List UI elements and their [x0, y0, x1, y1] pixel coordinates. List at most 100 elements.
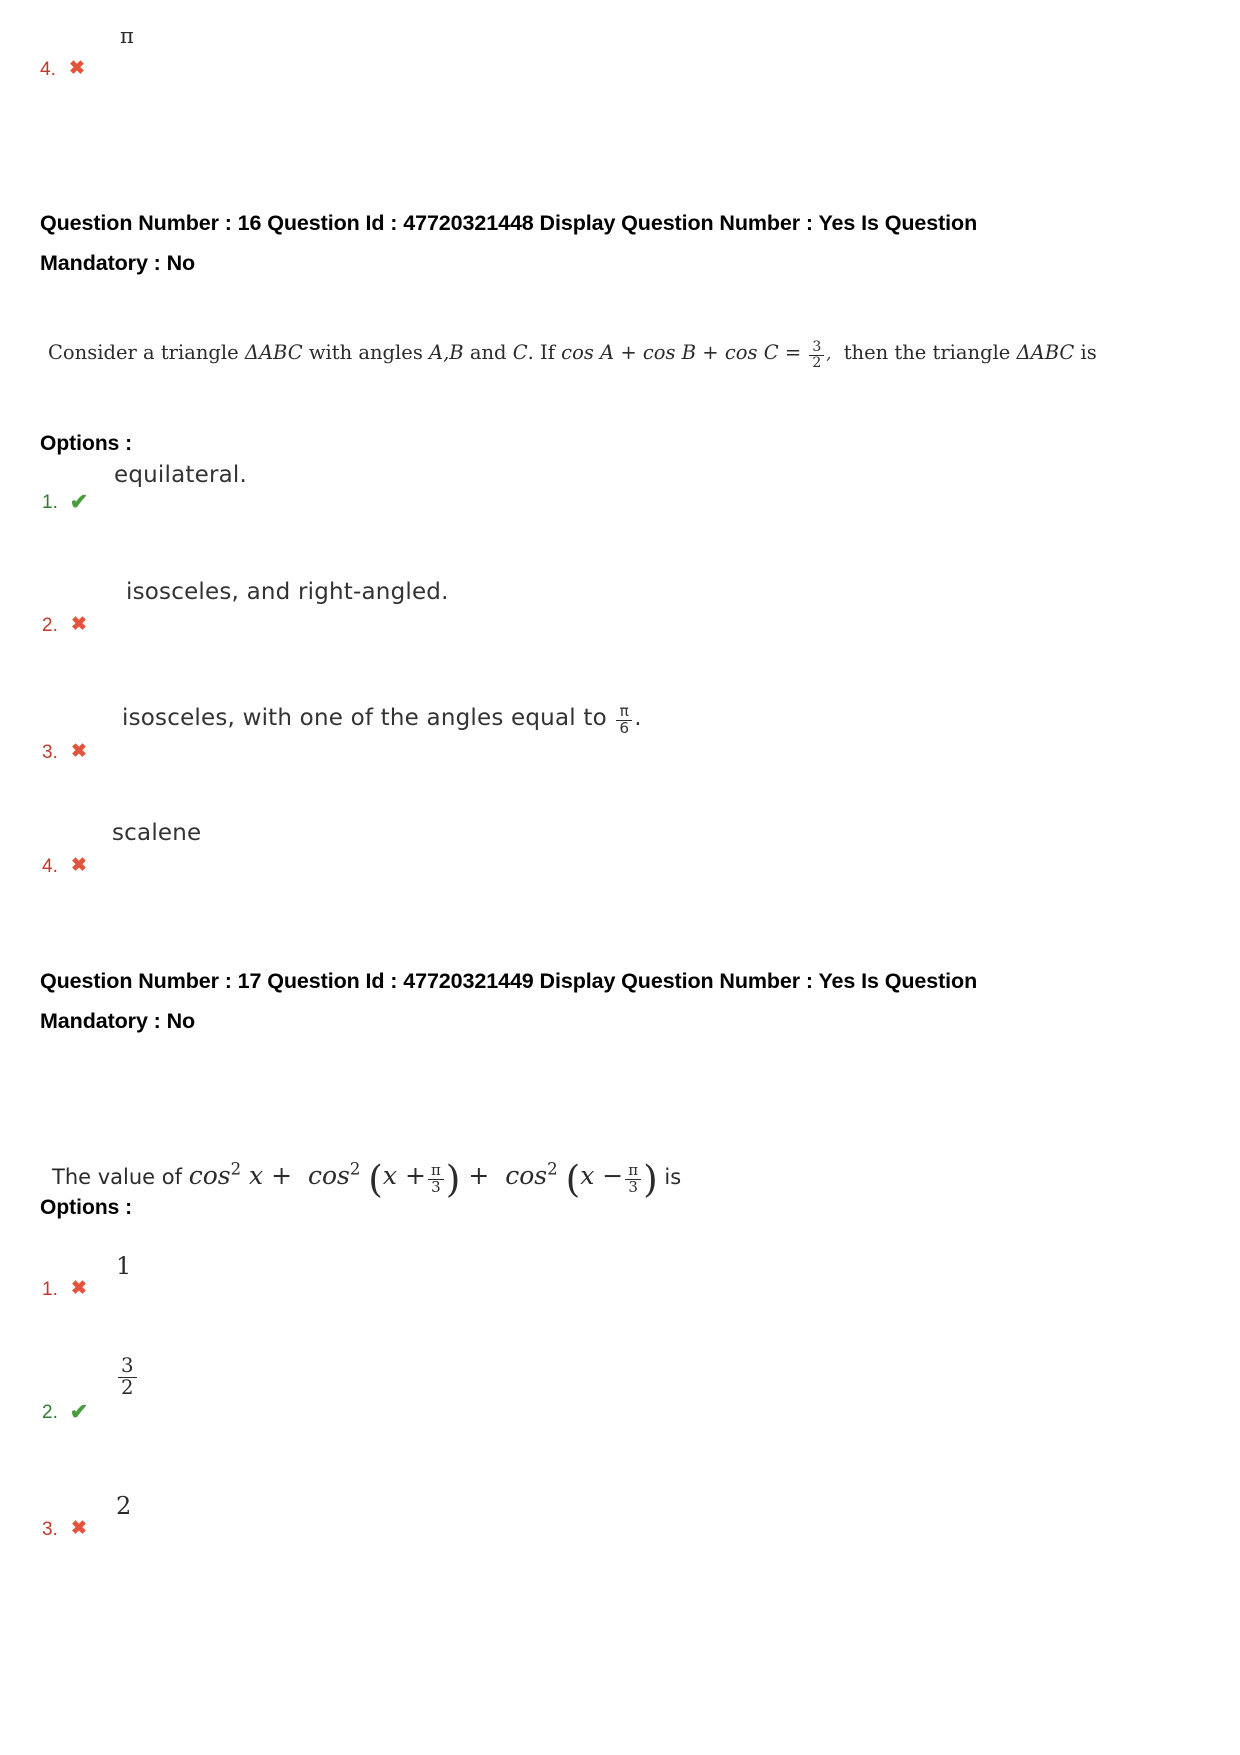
option-text-math: 32 — [116, 1354, 139, 1399]
cross-icon: ✖ — [69, 58, 85, 79]
fraction-numerator: π — [430, 1161, 441, 1180]
question-17-stem-math: The value of cos2 x + cos2 (x + π 3) + cos… — [52, 1156, 681, 1203]
question-16-options-label: Options : — [40, 432, 133, 455]
cross-icon: ✖ — [71, 855, 87, 876]
stem-part-5: then the triangle — [843, 341, 1017, 365]
option-number: 2. — [42, 615, 58, 636]
fraction-numerator: π — [619, 702, 629, 720]
question-17-stem: The value of cos2 x + cos2 (x + π 3) + cos… — [52, 1060, 1172, 1201]
fraction-pi-over-six: π6 — [616, 702, 633, 737]
fraction-numerator: π — [628, 1161, 639, 1180]
fraction-three-halves: 32 — [118, 1354, 137, 1399]
option-text: 2 — [116, 1492, 132, 1520]
stem-part-1: Consider a triangle — [48, 341, 245, 365]
option-number: 1. — [42, 492, 58, 513]
option-content: equilateral. — [90, 462, 742, 504]
stem-part-4: . If — [527, 341, 562, 365]
stem-cos-3: cos — [505, 1160, 548, 1190]
stem-triangle-1: ΔABC — [244, 341, 303, 365]
close-paren-2: ) — [643, 1157, 658, 1201]
option-text: 1 — [116, 1252, 132, 1280]
question-17-header-line-2: Mandatory : No — [40, 1008, 196, 1033]
cross-icon: ✖ — [71, 741, 87, 762]
option-content: π — [88, 24, 440, 71]
question-17-header-line-1: Question Number : 17 Question Id : 47720… — [40, 969, 978, 993]
fraction-numerator: 3 — [812, 339, 822, 355]
tick-icon: ✔ — [69, 489, 89, 514]
fraction-denominator: 6 — [616, 719, 633, 737]
stem-exponent-3: 2 — [547, 1159, 558, 1179]
option-content: scalene — [90, 820, 742, 868]
option-content: 2 — [90, 1492, 542, 1535]
stem-operator-3: − — [594, 1160, 624, 1190]
stem-triangle-2: ΔABC — [1016, 341, 1075, 365]
fraction-pi-over-three-2: π3 — [625, 1161, 642, 1196]
option-text-before-fraction: isosceles, with one of the angles equal … — [122, 705, 615, 732]
stem-cos-b: cos B — [642, 341, 697, 365]
stem-part-3: and — [463, 341, 513, 365]
question-16-stem-math: Consider a triangle ΔABC with angles A,B… — [48, 340, 1097, 370]
option-number: 3. — [42, 1519, 58, 1540]
stem-exponent-2: 2 — [349, 1159, 361, 1179]
question-16-header-line-2: Mandatory : No — [40, 250, 196, 275]
option-text: scalene — [112, 820, 202, 846]
question-16-option-3[interactable]: 3. ✖ isosceles, with one of the angles e… — [42, 703, 942, 763]
option-content: 1 — [90, 1252, 542, 1295]
fraction-denominator: 3 — [427, 1179, 444, 1196]
fraction-denominator: 3 — [625, 1179, 642, 1196]
stem-comma: , — [826, 345, 832, 364]
question-17-options-label: Options : — [40, 1196, 133, 1219]
stem-fraction-three-halves: 32 — [809, 339, 825, 371]
question-17-header: Question Number : 17 Question Id : 47720… — [40, 962, 1080, 1042]
option-content: 32 — [90, 1355, 542, 1422]
question-16-header: Question Number : 16 Question Id : 47720… — [40, 204, 1080, 284]
stem-cos-c: cos C — [724, 341, 779, 365]
stem-equals: = — [778, 341, 808, 365]
question-16-option-2[interactable]: 2. ✖ isosceles, and right-angled. — [42, 579, 842, 636]
stem-plus-2: + — [460, 1160, 498, 1190]
option-content: isosceles, with one of the angles equal … — [90, 703, 942, 761]
stem-variable-x-1: x — [249, 1160, 264, 1190]
stem-angles-ab: A,B — [429, 341, 464, 365]
stem-plus-2: + — [696, 341, 725, 365]
option-number: 2. — [42, 1402, 58, 1424]
stem-operator-2: + — [397, 1160, 426, 1190]
open-paren-1: ( — [368, 1157, 383, 1201]
question-17-option-3[interactable]: 3. ✖ 2 — [42, 1492, 542, 1540]
stem-variable-x-3: x — [580, 1160, 595, 1190]
close-paren-1: ) — [445, 1157, 461, 1201]
cross-icon: ✖ — [71, 1278, 87, 1299]
option-content: isosceles, and right-angled. — [90, 579, 842, 627]
question-16-header-line-1: Question Number : 16 Question Id : 47720… — [40, 211, 978, 235]
option-text-after-fraction: . — [634, 705, 642, 732]
question-16-option-1[interactable]: 1. ✔ equilateral. — [42, 462, 742, 514]
option-text: π — [120, 24, 134, 48]
cross-icon: ✖ — [71, 1518, 87, 1539]
question-17-option-1[interactable]: 1. ✖ 1 — [42, 1252, 542, 1300]
option-text-math: isosceles, with one of the angles equal … — [122, 703, 642, 736]
stem-part-2: with angles — [302, 341, 430, 365]
fraction-pi-over-three-1: π3 — [427, 1161, 444, 1196]
question-16-stem: Consider a triangle ΔABC with angles A,B… — [48, 340, 1168, 370]
stem-variable-x-2: x — [382, 1160, 398, 1190]
stem-angle-c: C — [512, 341, 528, 365]
question-16-option-4[interactable]: 4. ✖ scalene — [42, 820, 742, 876]
stem-cos-1: cos — [188, 1160, 231, 1190]
fraction-numerator: 3 — [121, 1354, 134, 1377]
previous-question-option-4[interactable]: 4. ✖ π — [40, 24, 440, 79]
fraction-denominator: 2 — [118, 1376, 137, 1399]
fraction-denominator: 2 — [809, 354, 825, 371]
stem-part-1: The value of — [52, 1164, 189, 1189]
option-number: 1. — [42, 1279, 58, 1300]
option-text: equilateral. — [114, 462, 248, 488]
stem-plus-1: + — [263, 1160, 300, 1190]
question-17-option-2[interactable]: 2. ✔ 32 — [42, 1355, 542, 1425]
option-text: isosceles, and right-angled. — [126, 579, 449, 605]
stem-cos-2: cos — [307, 1160, 350, 1190]
option-number: 3. — [42, 742, 58, 763]
open-paren-2: ( — [565, 1157, 581, 1201]
stem-part-2: is — [657, 1164, 682, 1189]
stem-part-6: is — [1074, 341, 1097, 365]
tick-icon: ✔ — [69, 1399, 89, 1425]
cross-icon: ✖ — [71, 614, 87, 635]
